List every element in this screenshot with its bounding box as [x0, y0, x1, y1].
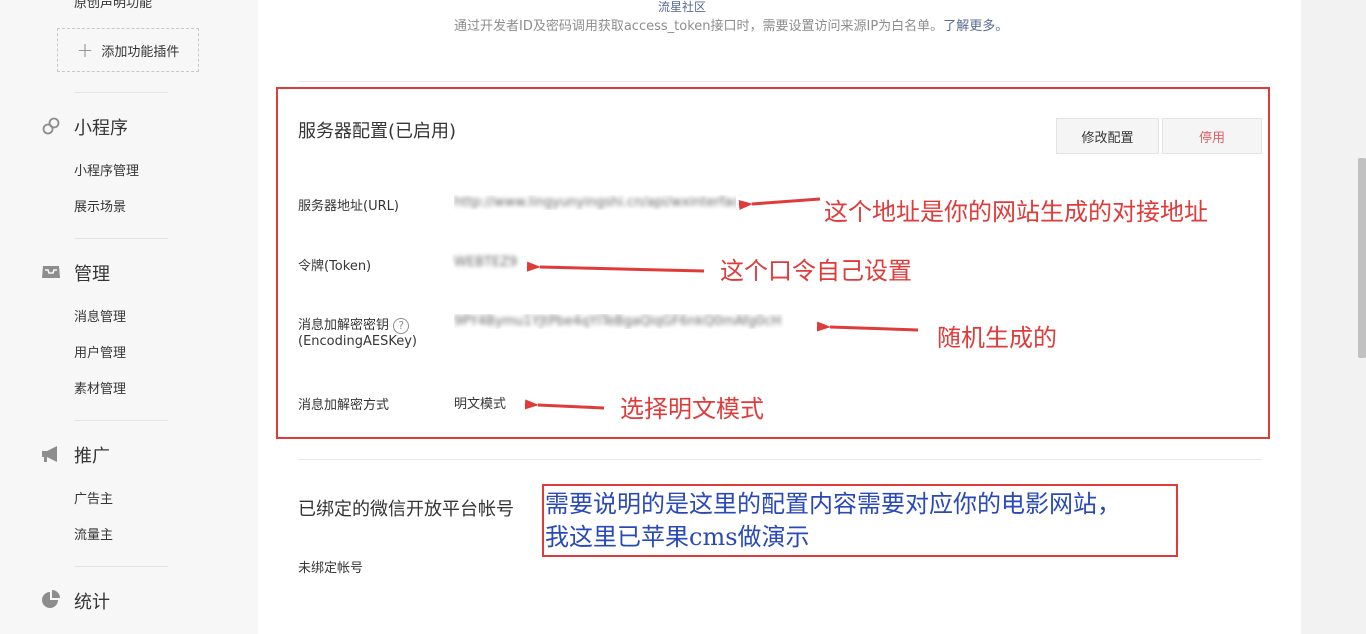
annotation-bottom-note-line2: 我这里已苹果cms做演示: [545, 523, 810, 551]
ip-whitelist-notice: 通过开发者ID及密码调用获取access_token接口时，需要设置访问来源IP…: [454, 15, 1008, 34]
bound-accounts-title: 已绑定的微信开放平台帐号: [298, 499, 514, 520]
inbox-icon: [42, 266, 60, 278]
sidebar-divider: [74, 566, 168, 567]
sidebar-item-messages[interactable]: 消息管理: [74, 306, 126, 325]
sidebar-item-materials[interactable]: 素材管理: [74, 378, 126, 397]
annotation-aeskey-note: 随机生成的: [937, 324, 1057, 352]
sidebar-divider: [74, 92, 168, 93]
link-icon: [42, 117, 60, 135]
sidebar-item-miniprogram-manage[interactable]: 小程序管理: [74, 160, 139, 179]
annotation-token-note: 这个口令自己设置: [720, 257, 912, 285]
learn-more-link[interactable]: 了解更多。: [943, 19, 1008, 34]
add-plugin-label: 添加功能插件: [101, 44, 180, 60]
plus-icon: +: [76, 38, 94, 62]
bound-accounts-status: 未绑定帐号: [298, 561, 364, 576]
megaphone-icon: [42, 446, 57, 462]
section-divider: [298, 459, 1262, 460]
annotation-mode-note: 选择明文模式: [620, 395, 764, 423]
sidebar-item-publisher[interactable]: 流量主: [74, 524, 113, 543]
sidebar-item-advertiser[interactable]: 广告主: [74, 488, 113, 507]
sidebar-item-scenes[interactable]: 展示场景: [74, 196, 126, 215]
sidebar-group-statistics[interactable]: 统计: [74, 588, 110, 614]
sidebar: 原创声明功能 + 添加功能插件 小程序 小程序管理 展示场景 管理 消息管理 用…: [0, 0, 258, 634]
notice-text: 通过开发者ID及密码调用获取access_token接口时，需要设置访问来源IP…: [454, 19, 944, 34]
section-divider: [298, 81, 1262, 82]
annotation-bottom-note-line1: 需要说明的是这里的配置内容需要对应你的电影网站，: [545, 490, 1121, 518]
pie-chart-icon: [42, 590, 60, 608]
sidebar-item-original-declaration[interactable]: 原创声明功能: [74, 0, 152, 11]
sidebar-divider: [74, 238, 168, 239]
sidebar-divider: [74, 420, 168, 421]
sidebar-group-management[interactable]: 管理: [74, 260, 110, 286]
scrollbar-track: [1301, 0, 1366, 634]
scrollbar-thumb[interactable]: [1358, 158, 1366, 358]
sidebar-group-miniprogram[interactable]: 小程序: [74, 114, 128, 140]
sidebar-item-users[interactable]: 用户管理: [74, 342, 126, 361]
annotation-url-note: 这个地址是你的网站生成的对接地址: [824, 198, 1208, 226]
community-link[interactable]: 流星社区: [658, 0, 706, 15]
add-plugin-button[interactable]: + 添加功能插件: [57, 28, 199, 72]
sidebar-group-promotion[interactable]: 推广: [74, 442, 110, 468]
